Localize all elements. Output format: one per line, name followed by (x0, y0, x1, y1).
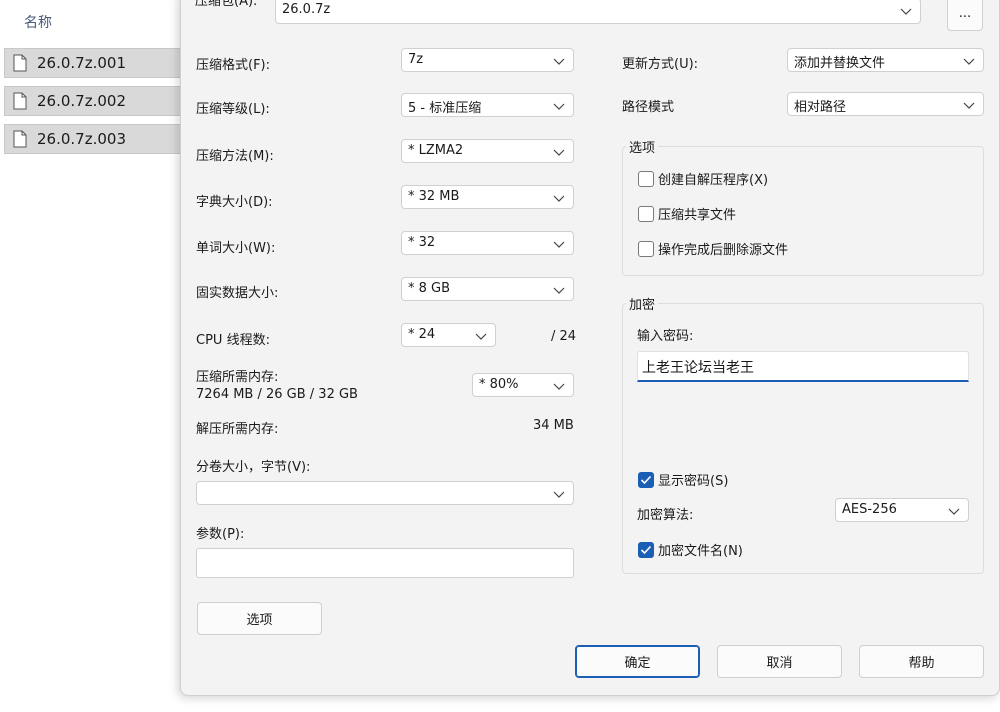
sfx-checkbox-label: 创建自解压程序(X) (658, 173, 769, 188)
dict-size-value: * 32 MB (408, 189, 460, 204)
file-item[interactable]: 26.0.7z.001 (4, 48, 200, 78)
options-button[interactable]: 选项 (197, 602, 322, 635)
level-select[interactable]: 5 - 标准压缩 (401, 93, 574, 117)
file-icon (13, 54, 27, 72)
mem-decomp-value: 34 MB (533, 418, 574, 433)
word-size-value: * 32 (408, 235, 436, 250)
mem-percent-select[interactable]: * 80% (472, 373, 574, 397)
update-mode-value: 添加并替换文件 (794, 56, 886, 71)
delete-files-checkbox-label: 操作完成后删除源文件 (658, 243, 789, 258)
password-input[interactable]: 上老王论坛当老王 (637, 351, 969, 382)
format-select[interactable]: 7z (401, 48, 574, 72)
file-item[interactable]: 26.0.7z.003 (4, 124, 200, 154)
ok-button[interactable]: 确定 (575, 645, 700, 678)
encryption-group-title: 加密 (626, 294, 659, 313)
chevron-down-icon (948, 505, 960, 515)
password-value: 上老王论坛当老王 (642, 360, 754, 376)
file-icon (13, 130, 27, 148)
chevron-down-icon (900, 5, 912, 15)
checkbox-checked-icon (638, 541, 654, 558)
shared-files-checkbox[interactable]: 压缩共享文件 (638, 204, 736, 223)
solid-size-label: 固实数据大小: (196, 286, 279, 301)
encrypt-names-checkbox[interactable]: 加密文件名(N) (638, 540, 743, 559)
archive-name-value: 26.0.7z (282, 2, 331, 17)
chevron-down-icon (553, 100, 565, 110)
chevron-down-icon (553, 238, 565, 248)
ok-button-label: 确定 (624, 656, 651, 671)
cancel-button[interactable]: 取消 (717, 645, 842, 678)
file-explorer: 名称 26.0.7z.001 26.0.7z.002 26.0.7z.003 (0, 0, 200, 712)
help-button-label: 帮助 (908, 656, 935, 671)
mem-percent-value: * 80% (479, 377, 519, 392)
browse-button-label: ... (958, 5, 972, 21)
update-mode-select[interactable]: 添加并替换文件 (787, 48, 984, 72)
path-mode-value: 相对路径 (794, 100, 847, 115)
word-size-select[interactable]: * 32 (401, 231, 574, 255)
threads-select[interactable]: * 24 (401, 323, 496, 347)
cancel-button-label: 取消 (766, 656, 793, 671)
browse-button[interactable]: ... (947, 0, 983, 31)
threads-label: CPU 线程数: (196, 333, 270, 348)
method-select[interactable]: * LZMA2 (401, 139, 574, 163)
path-mode-label: 路径模式 (622, 100, 675, 115)
params-label: 参数(P): (196, 527, 245, 542)
mem-comp-value: 7264 MB / 26 GB / 32 GB (196, 387, 358, 402)
chevron-down-icon (963, 99, 975, 109)
format-value: 7z (408, 52, 424, 67)
file-icon (13, 92, 27, 110)
sfx-checkbox[interactable]: 创建自解压程序(X) (638, 169, 768, 188)
word-size-label: 单词大小(W): (196, 241, 276, 256)
options-group-title: 选项 (626, 137, 659, 156)
dict-size-label: 字典大小(D): (196, 195, 273, 210)
add-to-archive-dialog: 压缩包(A): 26.0.7z ... 压缩格式(F): 7z 压缩等级(L):… (180, 0, 1000, 696)
chevron-down-icon (553, 146, 565, 156)
chevron-down-icon (475, 330, 487, 340)
mem-decomp-label: 解压所需内存: (196, 422, 279, 437)
help-button[interactable]: 帮助 (859, 645, 984, 678)
show-password-label: 显示密码(S) (658, 474, 729, 489)
mem-comp-label: 压缩所需内存: (196, 370, 279, 385)
enc-method-label: 加密算法: (637, 508, 694, 523)
chevron-down-icon (553, 284, 565, 294)
update-mode-label: 更新方式(U): (622, 57, 699, 72)
chevron-down-icon (963, 55, 975, 65)
enc-method-value: AES-256 (842, 502, 897, 517)
solid-size-value: * 8 GB (408, 281, 451, 296)
archive-name-combo[interactable]: 26.0.7z (275, 0, 921, 24)
method-value: * LZMA2 (408, 143, 464, 158)
file-name: 26.0.7z.001 (37, 54, 126, 72)
column-header-name[interactable]: 名称 (24, 12, 52, 32)
checkbox-box (638, 240, 654, 257)
level-value: 5 - 标准压缩 (408, 101, 482, 116)
password-label: 输入密码: (637, 329, 694, 344)
show-password-checkbox[interactable]: 显示密码(S) (638, 470, 728, 489)
chevron-down-icon (553, 380, 565, 390)
encrypt-names-label: 加密文件名(N) (658, 544, 743, 559)
archive-label: 压缩包(A): (195, 0, 258, 9)
threads-value: * 24 (408, 327, 436, 342)
volume-label: 分卷大小，字节(V): (196, 460, 311, 475)
solid-size-select[interactable]: * 8 GB (401, 277, 574, 301)
file-item[interactable]: 26.0.7z.002 (4, 86, 200, 116)
threads-total: / 24 (551, 329, 577, 344)
chevron-down-icon (553, 55, 565, 65)
shared-files-checkbox-label: 压缩共享文件 (658, 208, 737, 223)
dict-size-select[interactable]: * 32 MB (401, 185, 574, 209)
format-label: 压缩格式(F): (196, 58, 271, 73)
method-label: 压缩方法(M): (196, 149, 274, 164)
volume-size-combo[interactable] (196, 481, 574, 505)
params-input[interactable] (196, 548, 574, 578)
enc-method-select[interactable]: AES-256 (835, 498, 969, 522)
delete-files-checkbox[interactable]: 操作完成后删除源文件 (638, 239, 788, 258)
options-button-label: 选项 (246, 613, 273, 628)
file-name: 26.0.7z.003 (37, 130, 126, 148)
file-name: 26.0.7z.002 (37, 92, 126, 110)
path-mode-select[interactable]: 相对路径 (787, 92, 984, 116)
chevron-down-icon (553, 488, 565, 498)
checkbox-box (638, 205, 654, 222)
checkbox-checked-icon (638, 471, 654, 488)
checkbox-box (638, 170, 654, 187)
chevron-down-icon (553, 192, 565, 202)
level-label: 压缩等级(L): (196, 102, 270, 117)
